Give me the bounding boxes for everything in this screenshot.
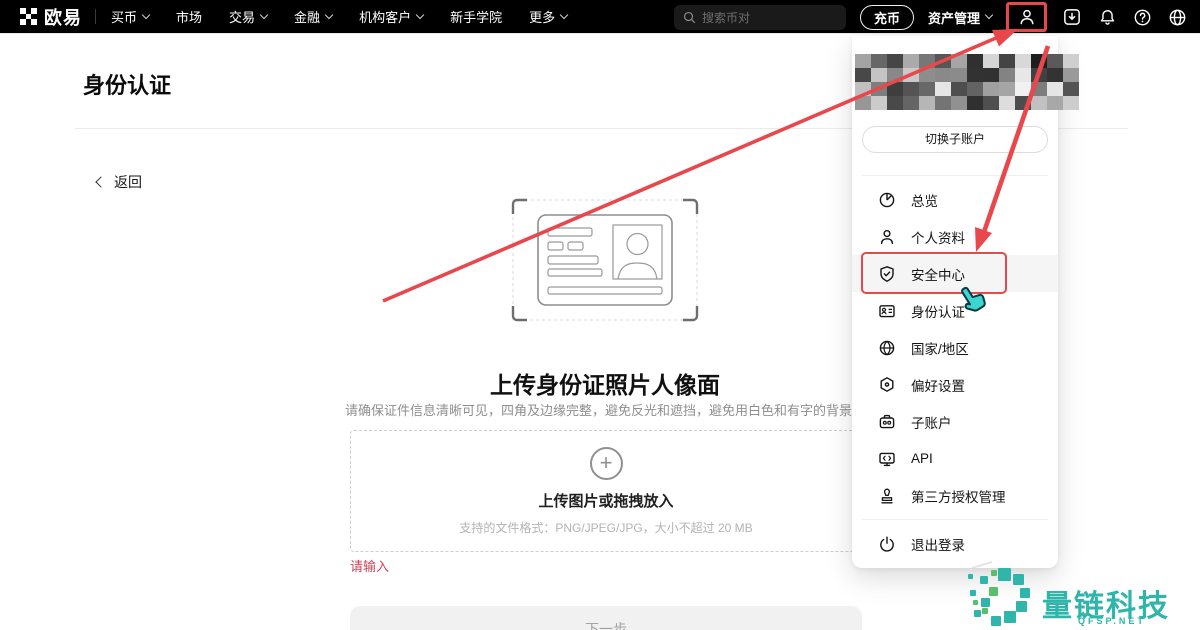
chevron-down-icon [142, 10, 150, 18]
menu-item-preferences[interactable]: 偏好设置 [852, 366, 1058, 403]
nav-item-more[interactable]: 更多 [529, 7, 567, 26]
upload-tip: 请确保证件信息清晰可见，四角及边缘完整，避免反光和遮挡，避免用白色和有字的背景。 [275, 400, 935, 419]
okx-identity-verification-page: 欧易 买币 市场 交易 金融 机构客户 新手学院 更多 搜索币对 充币 资产管理 [0, 0, 1200, 630]
dropzone-formats: 支持的文件格式：PNG/JPEG/JPG，大小不超过 20 MB [459, 519, 752, 536]
api-monitor-icon [878, 450, 896, 468]
menu-item-country-region[interactable]: 国家/地区 [852, 329, 1058, 366]
notifications-bell-icon[interactable] [1097, 7, 1118, 28]
switch-subaccount-button[interactable]: 切换子账户 [862, 126, 1048, 153]
okx-brand[interactable]: 欧易 [20, 4, 96, 30]
globe-icon [878, 339, 896, 357]
download-app-icon[interactable] [1061, 6, 1083, 28]
id-card-icon [878, 302, 896, 320]
menu-item-subaccounts[interactable]: 子账户 [852, 403, 1058, 440]
menu-item-third-party-auth[interactable]: 第三方授权管理 [852, 477, 1058, 514]
logout-power-icon [878, 535, 896, 553]
preferences-hexagon-icon [878, 376, 896, 394]
menu-divider [862, 519, 1048, 520]
profile-annotation-redbox [1006, 2, 1047, 32]
search-input[interactable]: 搜索币对 [674, 5, 846, 30]
watermark-domain: QFSP.NET [1078, 616, 1146, 626]
primary-nav: 买币 市场 交易 金融 机构客户 新手学院 更多 [111, 7, 567, 26]
nav-item-trade[interactable]: 交易 [229, 7, 267, 26]
nav-item-academy[interactable]: 新手学院 [450, 7, 502, 26]
shield-check-icon [878, 265, 896, 283]
upload-heading: 上传身份证照片人像面 [305, 366, 905, 400]
subaccount-wallet-icon [878, 413, 896, 431]
chevron-down-icon [560, 10, 568, 18]
watermark-logo-icon [958, 560, 1038, 630]
watermark: 量链科技 QFSP.NET [958, 560, 1200, 630]
stamp-icon [878, 487, 896, 505]
help-icon[interactable] [1132, 7, 1153, 28]
page-title: 身份认证 [83, 68, 171, 100]
redacted-account-mosaic [855, 54, 1079, 110]
brand-name: 欧易 [44, 4, 82, 30]
plus-icon: + [590, 447, 623, 480]
navbar-right-cluster: 搜索币对 充币 资产管理 [674, 0, 1188, 34]
menu-item-logout[interactable]: 退出登录 [852, 525, 1058, 562]
dropdown-divider [862, 175, 1048, 176]
okx-logo-icon [20, 8, 37, 25]
upload-dropzone[interactable]: + 上传图片或拖拽放入 支持的文件格式：PNG/JPEG/JPG，大小不超过 2… [350, 430, 862, 552]
nav-item-markets[interactable]: 市场 [176, 7, 202, 26]
menu-item-api[interactable]: API [852, 440, 1058, 477]
validation-error-text: 请输入 [350, 556, 389, 575]
top-navbar: 欧易 买币 市场 交易 金融 机构客户 新手学院 更多 搜索币对 充币 资产管理 [0, 0, 1200, 34]
language-globe-icon[interactable] [1167, 7, 1188, 28]
nav-item-institutional[interactable]: 机构客户 [359, 7, 423, 26]
chevron-down-icon [260, 10, 268, 18]
chevron-down-icon [416, 10, 424, 18]
person-icon [878, 228, 896, 246]
profile-icon[interactable] [1016, 6, 1038, 28]
dropzone-label: 上传图片或拖拽放入 [538, 490, 673, 511]
search-placeholder: 搜索币对 [702, 9, 750, 26]
overview-pie-icon [878, 191, 896, 209]
menu-item-security-center[interactable]: 安全中心 [852, 255, 1058, 292]
deposit-button[interactable]: 充币 [860, 5, 914, 30]
account-menu-list: 总览 个人资料 安全中心 [852, 181, 1058, 562]
nav-item-finance[interactable]: 金融 [294, 7, 332, 26]
brand-divider [95, 9, 96, 24]
chevron-left-icon [95, 176, 106, 187]
menu-item-profile[interactable]: 个人资料 [852, 218, 1058, 255]
back-button[interactable]: 返回 [97, 172, 142, 192]
menu-item-identity-verification[interactable]: 身份认证 [852, 292, 1058, 329]
assets-menu-button[interactable]: 资产管理 [928, 8, 992, 27]
id-card-illustration [510, 197, 700, 323]
search-icon [683, 11, 696, 24]
chevron-down-icon [985, 11, 993, 19]
nav-item-buy-crypto[interactable]: 买币 [111, 7, 149, 26]
menu-item-overview[interactable]: 总览 [852, 181, 1058, 218]
chevron-down-icon [325, 10, 333, 18]
next-step-button[interactable]: 下一步 [350, 606, 862, 630]
account-dropdown-panel: 切换子账户 总览 个人资料 [852, 36, 1058, 568]
